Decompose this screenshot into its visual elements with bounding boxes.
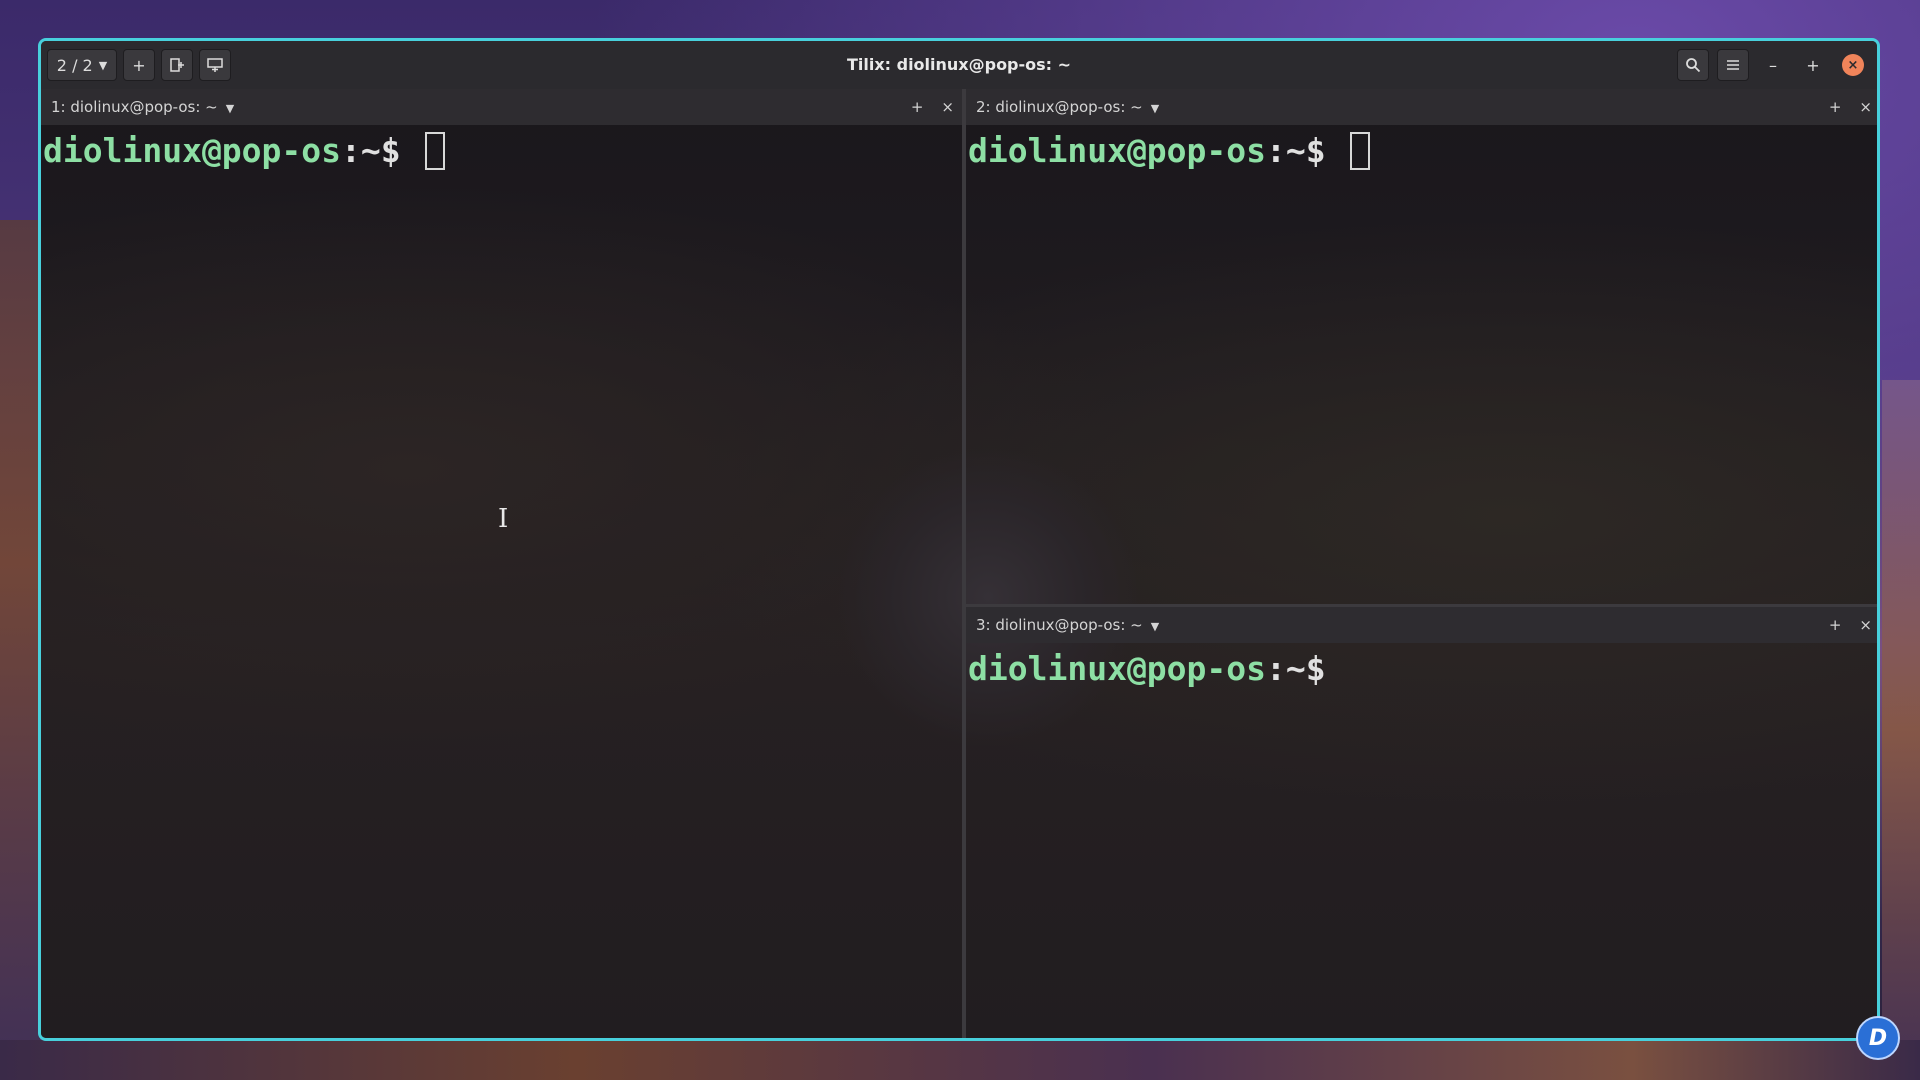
pane-2-header: 2: diolinux@pop-os: ~ ▼ + × xyxy=(966,89,1877,125)
add-right-icon xyxy=(170,58,184,72)
add-down-icon xyxy=(207,58,223,72)
titlebar: Tilix: diolinux@pop-os: ~ 2 / 2 ▼ + – + … xyxy=(41,41,1877,89)
pane-2-close-button[interactable]: × xyxy=(1859,98,1872,116)
new-session-button[interactable]: + xyxy=(123,49,155,81)
close-window-button[interactable]: × xyxy=(1837,49,1869,81)
titlebar-right-controls: – + × xyxy=(1677,49,1869,81)
pane-3-prompt-user: diolinux@pop-os xyxy=(968,649,1267,688)
minimize-button[interactable]: – xyxy=(1757,49,1789,81)
tilix-window: Tilix: diolinux@pop-os: ~ 2 / 2 ▼ + – + … xyxy=(38,38,1880,1041)
maximize-icon: + xyxy=(1806,55,1820,75)
chevron-down-icon: ▼ xyxy=(1150,620,1160,633)
pane-2-title: 2: diolinux@pop-os: ~ xyxy=(976,98,1143,116)
terminal-pane-2[interactable]: 2: diolinux@pop-os: ~ ▼ + × diolinux@pop-… xyxy=(966,89,1877,604)
terminal-pane-1[interactable]: 1: diolinux@pop-os: ~ ▼ + × diolinux@pop-… xyxy=(41,89,962,1038)
add-terminal-right-button[interactable] xyxy=(161,49,193,81)
pane-3-add-button[interactable]: + xyxy=(1829,616,1842,634)
badge-letter: D xyxy=(1868,1025,1888,1051)
pane-1-prompt-user: diolinux@pop-os xyxy=(43,131,342,170)
pane-1-close-button[interactable]: × xyxy=(941,98,954,116)
add-terminal-down-button[interactable] xyxy=(199,49,231,81)
desktop-foliage-bottom xyxy=(0,1040,1920,1080)
pane-2-title-button[interactable]: 2: diolinux@pop-os: ~ ▼ xyxy=(976,89,1159,125)
pane-1-add-button[interactable]: + xyxy=(911,98,924,116)
pane-1-cursor xyxy=(424,132,445,170)
maximize-button[interactable]: + xyxy=(1797,49,1829,81)
session-switcher-button[interactable]: 2 / 2 ▼ xyxy=(47,49,117,81)
window-title: Tilix: diolinux@pop-os: ~ xyxy=(846,55,1072,74)
close-icon: × xyxy=(1842,54,1864,76)
pane-3-header: 3: diolinux@pop-os: ~ ▼ + × xyxy=(966,607,1877,643)
chevron-down-icon: ▼ xyxy=(1150,102,1160,115)
diolinux-logo-badge: D xyxy=(1856,1016,1900,1060)
pane-3-close-button[interactable]: × xyxy=(1859,616,1872,634)
titlebar-left-controls: 2 / 2 ▼ + xyxy=(47,49,231,81)
desktop-foliage-left xyxy=(0,220,40,1080)
search-icon xyxy=(1686,58,1701,73)
mouse-ibeam-cursor: I xyxy=(498,504,509,534)
pane-2-cursor xyxy=(1349,132,1370,170)
hamburger-menu-icon xyxy=(1727,60,1739,70)
chevron-down-icon: ▼ xyxy=(98,58,108,72)
search-button[interactable] xyxy=(1677,49,1709,81)
desktop-foliage-right xyxy=(1882,380,1920,1080)
pane-3-prompt-path: :~$ xyxy=(1266,649,1326,688)
pane-2-add-button[interactable]: + xyxy=(1829,98,1842,116)
terminal-area: 1: diolinux@pop-os: ~ ▼ + × diolinux@pop-… xyxy=(41,89,1877,1038)
pane-3-terminal[interactable]: diolinux@pop-os:~$ xyxy=(968,647,1877,1038)
pane-3-title-button[interactable]: 3: diolinux@pop-os: ~ ▼ xyxy=(976,607,1159,643)
pane-1-header: 1: diolinux@pop-os: ~ ▼ + × xyxy=(41,89,962,125)
session-indicator: 2 / 2 xyxy=(56,55,93,75)
pane-1-terminal[interactable]: diolinux@pop-os:~$ xyxy=(43,129,962,1038)
terminal-pane-3[interactable]: 3: diolinux@pop-os: ~ ▼ + × diolinux@pop-… xyxy=(966,607,1877,1038)
pane-1-title: 1: diolinux@pop-os: ~ xyxy=(51,98,218,116)
minimize-icon: – xyxy=(1769,55,1777,75)
menu-button[interactable] xyxy=(1717,49,1749,81)
pane-2-terminal[interactable]: diolinux@pop-os:~$ xyxy=(968,129,1877,604)
pane-2-prompt-user: diolinux@pop-os xyxy=(968,131,1267,170)
pane-1-title-button[interactable]: 1: diolinux@pop-os: ~ ▼ xyxy=(51,89,234,125)
chevron-down-icon: ▼ xyxy=(225,102,235,115)
pane-2-prompt-path: :~$ xyxy=(1266,131,1346,170)
plus-icon: + xyxy=(132,55,146,75)
pane-1-prompt-path: :~$ xyxy=(341,131,421,170)
pane-3-title: 3: diolinux@pop-os: ~ xyxy=(976,616,1143,634)
